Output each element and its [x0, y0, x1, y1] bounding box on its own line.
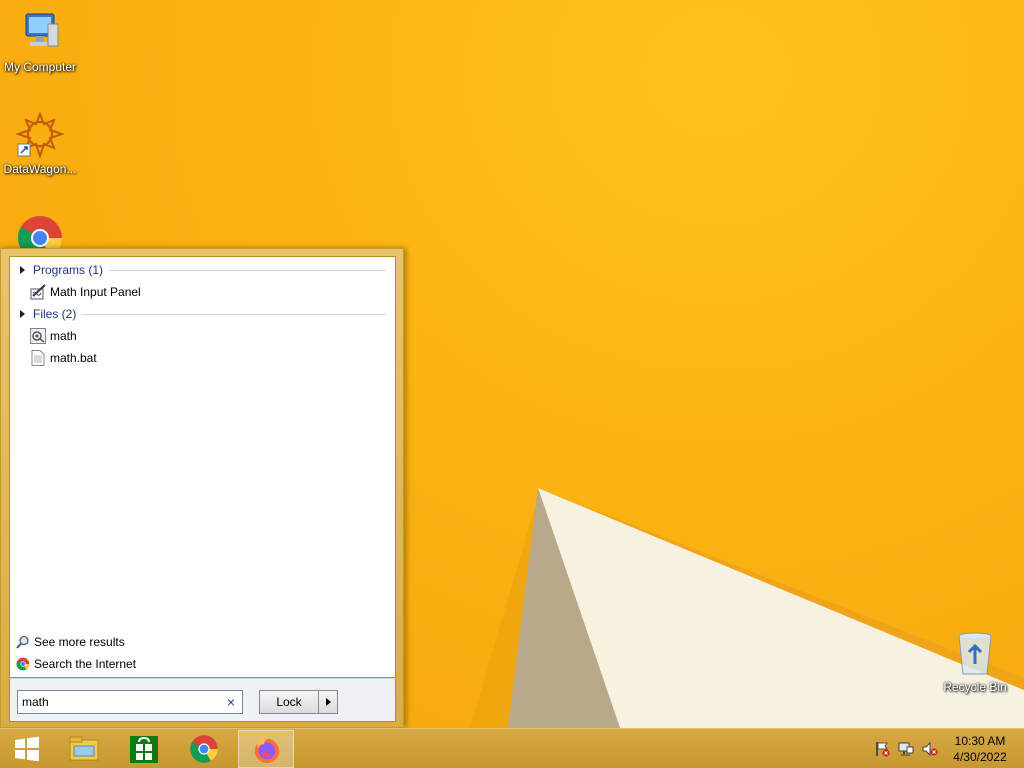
taskbar-firefox[interactable]: [238, 730, 294, 768]
group-divider: [82, 313, 386, 315]
network-icon[interactable]: [898, 741, 914, 757]
volume-muted-icon[interactable]: [922, 741, 938, 757]
result-label: math: [50, 329, 77, 343]
clear-search-icon[interactable]: ×: [224, 694, 238, 710]
search-bar-area: × Lock: [9, 678, 396, 722]
lock-button[interactable]: Lock: [259, 690, 318, 714]
store-icon: [130, 736, 158, 763]
chrome-icon: [190, 735, 218, 763]
desktop-icon-my-computer[interactable]: My Computer: [0, 10, 80, 74]
desktop-icon-label: My Computer: [3, 60, 77, 74]
result-math-input-panel[interactable]: Math Input Panel: [30, 282, 141, 302]
start-button-icon: [15, 736, 39, 762]
desktop-icon-label: Recycle Bin: [943, 680, 1007, 694]
file-explorer-icon: [69, 736, 99, 761]
result-label: math.bat: [50, 351, 97, 365]
result-math[interactable]: math: [30, 326, 77, 346]
power-options-arrow-button[interactable]: [318, 690, 338, 714]
search-input[interactable]: [22, 694, 212, 710]
see-more-results-label: See more results: [34, 635, 125, 649]
desktop-icon-recycle-bin[interactable]: Recycle Bin: [935, 630, 1015, 694]
firefox-icon: [254, 737, 280, 764]
clock-time: 10:30 AM: [954, 734, 1006, 748]
start-menu: Programs (1) Math Input Panel Files (2): [0, 248, 404, 728]
search-icon: [16, 635, 30, 649]
desktop-icon-datawagon[interactable]: DataWagon...: [0, 111, 80, 176]
text-file-icon: [30, 350, 46, 366]
taskbar-store[interactable]: [116, 730, 172, 768]
result-label: Math Input Panel: [50, 285, 141, 299]
taskbar-clock[interactable]: 10:30 AM 4/30/2022: [944, 733, 1016, 765]
taskbar-chrome[interactable]: [176, 730, 232, 768]
datawagon-icon: [14, 111, 66, 160]
group-header-label: Programs (1): [33, 263, 104, 277]
search-box[interactable]: ×: [17, 690, 243, 714]
group-divider: [109, 269, 386, 271]
action-center-flag-icon[interactable]: [874, 741, 890, 757]
desktop-icon-label: DataWagon...: [3, 162, 77, 176]
see-more-results-link[interactable]: See more results: [16, 633, 125, 651]
start-button[interactable]: [0, 730, 56, 768]
recycle-bin-icon: [951, 630, 999, 678]
search-internet-link[interactable]: Search the Internet: [16, 655, 136, 673]
taskbar: 10:30 AM 4/30/2022: [0, 728, 1024, 768]
group-header-programs[interactable]: Programs (1): [20, 262, 386, 278]
group-header-label: Files (2): [33, 307, 77, 321]
taskbar-file-explorer[interactable]: [56, 730, 112, 768]
result-math-bat[interactable]: math.bat: [30, 348, 97, 368]
expand-triangle-icon: [20, 266, 25, 274]
clock-date: 4/30/2022: [953, 750, 1007, 764]
settings-file-icon: [30, 328, 46, 344]
chrome-icon: [16, 657, 30, 671]
expand-triangle-icon: [20, 310, 25, 318]
search-internet-label: Search the Internet: [34, 657, 137, 671]
group-header-files[interactable]: Files (2): [20, 306, 386, 322]
my-computer-icon: [16, 10, 64, 58]
search-results-panel: Programs (1) Math Input Panel Files (2): [9, 256, 396, 678]
math-input-panel-icon: [30, 284, 46, 300]
